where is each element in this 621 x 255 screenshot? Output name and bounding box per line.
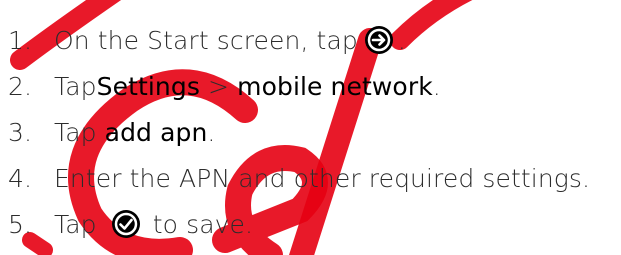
settings-term: Settings (96, 71, 200, 101)
step-4: 4. Enter the APN and other required sett… (8, 158, 590, 198)
step-1: 1. On the Start screen, tap . (8, 20, 406, 60)
step-text: Tap (54, 209, 105, 239)
step-text: On the Start screen, tap (54, 25, 358, 55)
step-text: Enter the APN and other required setting… (54, 163, 591, 193)
step-separator: > (199, 71, 238, 101)
step-number: 3. (8, 117, 33, 147)
step-text: Tap (54, 117, 105, 147)
add-apn-term: add apn (104, 117, 208, 147)
step-text-end: . (397, 25, 406, 55)
watermark-stroke-top (390, 0, 473, 50)
step-3: 3. Tap add apn . (8, 112, 215, 152)
step-number: 5. (8, 209, 33, 239)
step-number: 1. (8, 25, 33, 55)
step-text-end: to save. (144, 209, 254, 239)
step-5: 5. Tap to save. (8, 204, 253, 244)
step-number: 2. (8, 71, 33, 101)
mobile-network-term: mobile network (237, 71, 433, 101)
step-number: 4. (8, 163, 33, 193)
step-2: 2. Tap Settings > mobile network . (8, 66, 441, 106)
arrow-right-circle-icon (364, 25, 394, 55)
step-text: Tap (54, 71, 97, 101)
step-text-end: . (207, 117, 216, 147)
step-text-end: . (432, 71, 441, 101)
checkmark-circle-icon (111, 209, 141, 239)
